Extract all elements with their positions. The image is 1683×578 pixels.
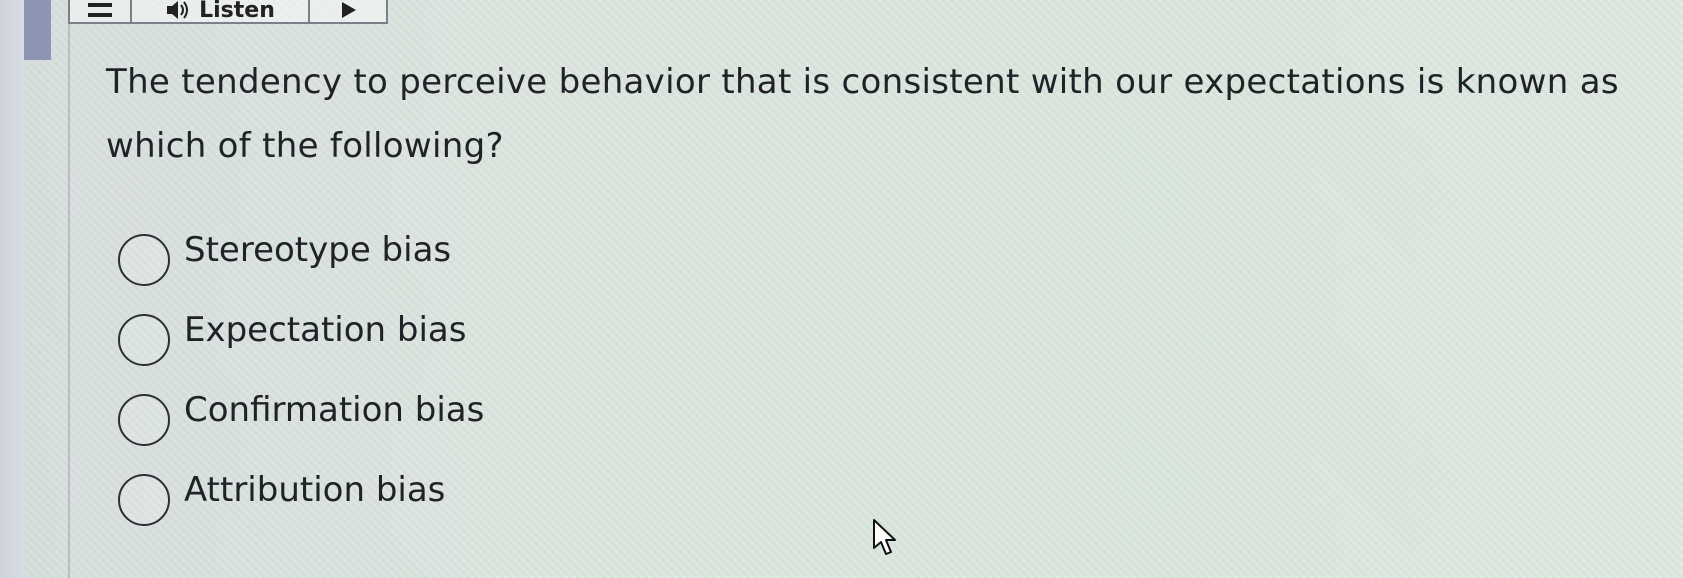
mouse-pointer-icon: [872, 518, 898, 558]
content-left-border: [68, 0, 70, 578]
left-rail: [0, 0, 24, 578]
read-aloud-toolbar: Listen: [68, 0, 388, 24]
radio-button[interactable]: [118, 234, 170, 286]
menu-icon: [88, 3, 112, 17]
option-stereotype-bias[interactable]: Stereotype bias: [118, 220, 484, 300]
radio-button[interactable]: [118, 474, 170, 526]
menu-button[interactable]: [70, 0, 132, 22]
listen-label: Listen: [199, 0, 275, 23]
play-icon: [338, 0, 358, 20]
speaker-icon: [165, 0, 191, 21]
option-label: Stereotype bias: [184, 230, 452, 270]
radio-button[interactable]: [118, 314, 170, 366]
question-text: The tendency to perceive behavior that i…: [106, 62, 1619, 166]
option-expectation-bias[interactable]: Expectation bias: [118, 300, 484, 380]
option-label: Attribution bias: [184, 470, 446, 510]
option-confirmation-bias[interactable]: Confirmation bias: [118, 380, 484, 460]
option-label: Expectation bias: [184, 310, 467, 350]
option-attribution-bias[interactable]: Attribution bias: [118, 460, 484, 540]
answer-options: Stereotype bias Expectation bias Confirm…: [118, 220, 484, 540]
option-label: Confirmation bias: [184, 390, 485, 430]
rail-accent: [24, 0, 51, 60]
play-button[interactable]: [310, 0, 386, 22]
radio-button[interactable]: [118, 394, 170, 446]
listen-button[interactable]: Listen: [132, 0, 310, 23]
